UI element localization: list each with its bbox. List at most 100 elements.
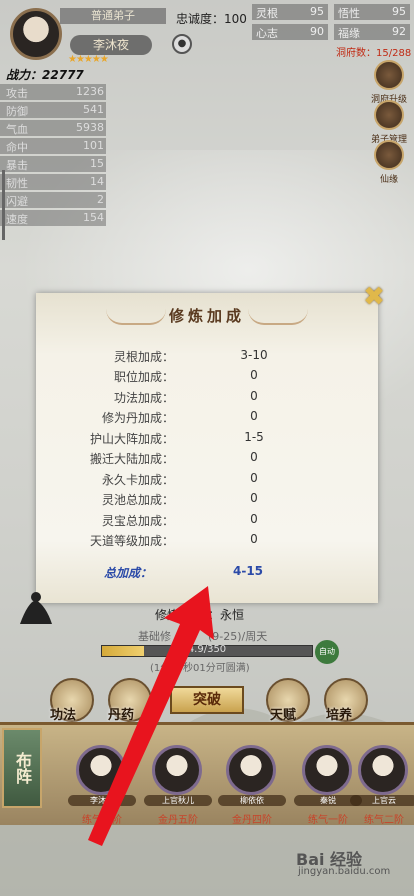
stat-label: 速度 — [6, 213, 28, 226]
disciple-portrait — [302, 745, 352, 795]
disciple-card[interactable]: 柳依依 金丹四阶 — [218, 745, 286, 826]
cultivation-bonus-dialog: 修炼加成 灵根加成： 3-10 职位加成： 0 功法加成： 0 修为丹加成： 0… — [36, 293, 378, 603]
bonus-label: 修为丹加成： — [101, 411, 174, 425]
time-remaining: (1分00秒01分可圆满) — [150, 663, 250, 674]
bonus-label: 灵池总加成： — [101, 493, 174, 507]
disciple-card[interactable]: 上官云 练气二阶 — [350, 745, 414, 826]
stat-value: 15 — [90, 157, 104, 170]
loyalty-label: 忠诚度： — [176, 12, 225, 26]
bonus-label: 职位加成： — [113, 370, 174, 384]
stat-value: 1236 — [76, 85, 104, 98]
disciple-portrait — [76, 745, 126, 795]
disciple-card-rank: 练气九阶 — [82, 815, 122, 826]
disciple-card[interactable]: 李沐夜 练气九阶 — [68, 745, 136, 826]
stat-value: 95 — [310, 5, 324, 18]
disciple-card-rank: 练气二阶 — [364, 815, 404, 826]
bonus-value: 0 — [250, 532, 258, 546]
bonus-label: 永久卡加成： — [101, 473, 174, 487]
stat-row: 攻击 1236 — [0, 84, 106, 100]
power-value: 22777 — [42, 68, 84, 82]
disciple-name: 李沐夜 — [70, 35, 152, 55]
stat-label: 心志 — [256, 27, 278, 40]
cultivation-pose-icon — [16, 588, 56, 628]
cultivation-method: ：永恒 — [208, 608, 245, 622]
disciple-icon — [374, 100, 404, 130]
stat-fuyuan: 福缘 92 — [334, 24, 410, 40]
disciple-avatar[interactable] — [10, 8, 62, 60]
breakthrough-button[interactable]: 突破 — [170, 686, 244, 714]
total-bonus-label: 总加成： — [104, 566, 153, 580]
disciple-card-rank: 金丹四阶 — [232, 815, 272, 826]
stat-value: 2 — [97, 193, 104, 206]
stat-label: 气血 — [6, 123, 28, 136]
disciple-portrait — [358, 745, 408, 795]
stat-label: 命中 — [6, 141, 28, 154]
power-label: 战力： — [6, 68, 43, 82]
combat-power: 战力：22777 — [6, 66, 84, 83]
stat-label: 灵根 — [256, 7, 278, 20]
xianyuan-button[interactable]: 仙缘 — [370, 140, 408, 190]
lock-icon[interactable]: ● — [172, 34, 192, 54]
disciple-card-name: 李沐夜 — [68, 795, 136, 806]
bonus-value: 0 — [250, 471, 258, 485]
stat-row: 速度 154 — [0, 210, 106, 226]
stat-row: 气血 5938 — [0, 120, 106, 136]
disciple-portrait — [226, 745, 276, 795]
dan-label: 丹药 — [108, 708, 135, 723]
stat-label: 悟性 — [338, 7, 360, 20]
loyalty-readout: 忠诚度：100 — [176, 10, 247, 27]
stat-row: 闪避 2 — [0, 192, 106, 208]
stat-value: 90 — [310, 25, 324, 38]
progress-text: 4.9/350 — [187, 644, 227, 655]
base-speed-label: 基础修 — [138, 630, 171, 643]
disciple-stars: ★★★★★ — [68, 54, 109, 65]
bonus-value: 0 — [250, 491, 258, 505]
stat-row: 韧性 14 — [0, 174, 106, 190]
disciple-card[interactable]: 上官秋儿 金丹五阶 — [144, 745, 212, 826]
cultivation-progress-bar: 4.9/350 — [101, 644, 313, 657]
disciple-card-rank: 金丹五阶 — [158, 815, 198, 826]
bonus-value: 0 — [250, 368, 258, 382]
bonus-label: 天道等级加成： — [89, 534, 174, 548]
stat-value: 101 — [83, 139, 104, 152]
stat-value: 14 — [90, 175, 104, 188]
disciple-card-name: 上官云 — [350, 795, 414, 806]
close-icon[interactable]: ✖ — [360, 283, 388, 311]
formation-button[interactable]: 布阵 — [2, 728, 42, 808]
disciple-title: 普通弟子 — [60, 8, 166, 24]
auto-button[interactable]: 自动 — [315, 640, 339, 664]
stat-row: 命中 101 — [0, 138, 106, 154]
stat-value: 92 — [392, 25, 406, 38]
bonus-value: 0 — [250, 512, 258, 526]
total-bonus-value: 4-15 — [232, 564, 264, 578]
tianfu-label: 天赋 — [270, 708, 297, 723]
stat-linggen: 灵根 95 — [252, 4, 328, 20]
stat-label: 防御 — [6, 105, 28, 118]
bonus-label: 功法加成： — [113, 391, 174, 405]
bonus-label: 灵宝总加成： — [101, 514, 174, 528]
bonus-value: 3-10 — [240, 348, 268, 362]
disciple-card-name: 上官秋儿 — [144, 795, 212, 806]
cultivation-label: 修炼 — [155, 608, 180, 622]
peiyang-label: 培养 — [326, 708, 353, 723]
bonus-value: 0 — [250, 389, 258, 403]
watermark-url: jingyan.baidu.com — [298, 866, 391, 877]
stat-value: 154 — [83, 211, 104, 224]
stat-label: 攻击 — [6, 87, 28, 100]
stat-value: 541 — [83, 103, 104, 116]
loyalty-value: 100 — [224, 12, 247, 26]
stat-label: 韧性 — [6, 177, 28, 190]
bonus-value: 1-5 — [244, 430, 264, 444]
xianyuan-icon — [374, 140, 404, 170]
button-label: 仙缘 — [379, 175, 398, 185]
stat-label: 福缘 — [338, 27, 360, 40]
disciple-card-name: 柳依依 — [218, 795, 286, 806]
cave-icon — [374, 60, 404, 90]
scroll-indicator[interactable] — [2, 170, 5, 240]
bonus-value: 0 — [250, 409, 258, 423]
bonus-label: 搬迁大陆加成： — [89, 452, 174, 466]
stat-label: 闪避 — [6, 195, 28, 208]
disciple-portrait — [152, 745, 202, 795]
stat-xinzhi: 心志 90 — [252, 24, 328, 40]
bonus-label: 护山大阵加成： — [89, 432, 174, 446]
